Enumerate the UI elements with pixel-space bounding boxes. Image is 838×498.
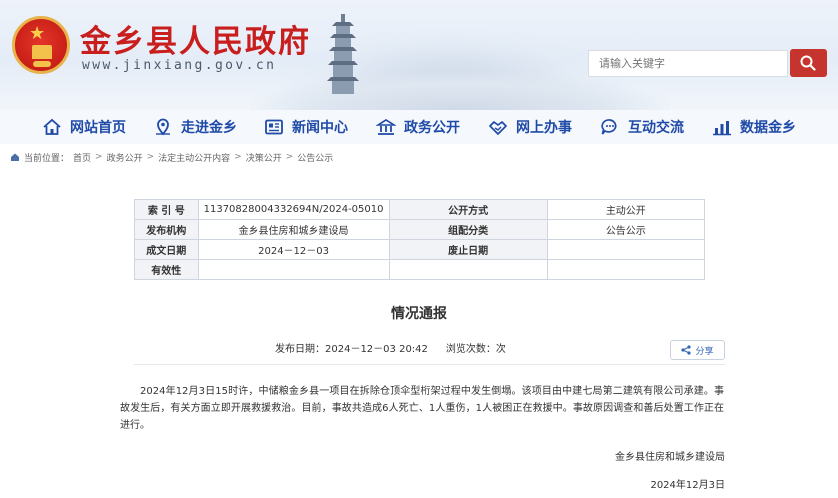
article-body: 2024年12月3日15时许，中储粮金乡县一项目在拆除仓顶伞型桁架过程中发生倒塌… bbox=[120, 386, 724, 431]
header-banner: ★ 金乡县人民政府 www.jinxiang.gov.cn bbox=[0, 0, 838, 110]
table-empty-cell bbox=[389, 259, 548, 280]
view-count-suffix: 次 bbox=[495, 344, 506, 355]
article-meta: 发布日期：2024－12－03 20:42 浏览次数：次 bbox=[275, 340, 506, 355]
breadcrumb-separator: > bbox=[285, 152, 294, 162]
share-button[interactable]: 分享 bbox=[670, 340, 725, 360]
publish-date-value: 2024－12－03 20:42 bbox=[325, 344, 428, 355]
breadcrumb-separator: > bbox=[95, 152, 103, 162]
bar-chart-icon bbox=[713, 121, 731, 136]
nav-item-label: 新闻中心 bbox=[292, 120, 348, 136]
breadcrumb: 当前位置： 首页 > 政务公开 > 法定主动公开内容 > 决策公开 > 公告公示 bbox=[0, 148, 838, 166]
national-emblem-icon: ★ bbox=[12, 16, 70, 74]
home-icon bbox=[43, 118, 61, 135]
validity-label: 有效性 bbox=[134, 259, 199, 280]
search-input[interactable] bbox=[588, 50, 788, 77]
share-icon bbox=[681, 345, 692, 355]
breadcrumb-gov-affairs[interactable]: 政务公开 bbox=[107, 151, 143, 164]
site-url: www.jinxiang.gov.cn bbox=[82, 58, 277, 73]
expiry-date-label: 废止日期 bbox=[388, 239, 548, 260]
nav-item-label: 网站首页 bbox=[70, 120, 126, 136]
table-row: 成文日期 2024－12－03 废止日期 bbox=[134, 239, 706, 260]
expiry-date-value bbox=[546, 239, 706, 260]
category-value: 公告公示 bbox=[546, 219, 706, 240]
nav-item-gov-affairs[interactable]: 政务公开 bbox=[376, 116, 460, 138]
nav-item-about[interactable]: 走进金乡 bbox=[153, 116, 237, 138]
breadcrumb-statutory-content[interactable]: 法定主动公开内容 bbox=[158, 151, 230, 164]
share-label: 分享 bbox=[695, 345, 714, 356]
nav-item-home[interactable]: 网站首页 bbox=[42, 116, 126, 138]
breadcrumb-separator: > bbox=[146, 152, 155, 162]
nav-item-label: 互动交流 bbox=[628, 120, 684, 136]
nav-item-label: 数据金乡 bbox=[740, 120, 796, 136]
article-signature: 金乡县住房和城乡建设局 bbox=[615, 452, 725, 463]
breadcrumb-notice[interactable]: 公告公示 bbox=[297, 151, 333, 164]
article-date: 2024年12月3日 bbox=[650, 480, 725, 491]
nav-item-online-services[interactable]: 网上办事 bbox=[488, 116, 572, 138]
table-row: 有效性 bbox=[134, 259, 706, 280]
search-button[interactable] bbox=[790, 49, 827, 77]
document-info-table: 索 引 号 11370828004332694N/2024-05010 公开方式… bbox=[134, 199, 706, 280]
breadcrumb-prefix: 当前位置： bbox=[24, 153, 70, 164]
publish-date: 发布日期：2024－12－03 20:42 bbox=[275, 340, 428, 355]
nav-item-data[interactable]: 数据金乡 bbox=[712, 116, 796, 138]
publisher-label: 发布机构 bbox=[134, 219, 199, 240]
nav-item-label: 网上办事 bbox=[516, 120, 572, 136]
index-label: 索 引 号 bbox=[134, 199, 199, 220]
article-title: 情况通报 bbox=[391, 306, 447, 322]
table-empty-cell bbox=[546, 259, 706, 280]
table-row: 索 引 号 11370828004332694N/2024-05010 公开方式… bbox=[134, 199, 706, 220]
breadcrumb-separator: > bbox=[234, 152, 242, 162]
search-icon bbox=[800, 55, 816, 71]
breadcrumb-decision[interactable]: 决策公开 bbox=[246, 151, 282, 164]
wheel-icon bbox=[33, 61, 51, 67]
site-title: 金乡县人民政府 bbox=[80, 24, 311, 60]
pagoda-icon bbox=[327, 14, 359, 94]
breadcrumb-home[interactable]: 首页 bbox=[73, 151, 91, 164]
government-building-icon bbox=[376, 119, 396, 135]
table-row: 发布机构 金乡县住房和城乡建设局 组配分类 公告公示 bbox=[134, 219, 706, 240]
chat-icon bbox=[601, 119, 617, 135]
disclosure-label: 公开方式 bbox=[388, 199, 548, 220]
banner-hill-decoration bbox=[250, 72, 670, 110]
home-small-icon bbox=[11, 153, 19, 161]
index-value: 11370828004332694N/2024-05010 bbox=[197, 199, 390, 220]
newspaper-icon bbox=[265, 119, 283, 135]
created-date-label: 成文日期 bbox=[134, 239, 199, 260]
disclosure-value: 主动公开 bbox=[546, 199, 706, 220]
validity-value bbox=[197, 259, 390, 280]
nav-item-interaction[interactable]: 互动交流 bbox=[600, 116, 684, 138]
nav-item-label: 走进金乡 bbox=[181, 120, 237, 136]
main-nav: 网站首页 走进金乡 新闻中心 政务公开 网上办事 互动交流 数据金乡 bbox=[0, 110, 838, 144]
gate-icon bbox=[32, 45, 52, 59]
created-date-value: 2024－12－03 bbox=[197, 239, 390, 260]
publisher-value: 金乡县住房和城乡建设局 bbox=[197, 219, 390, 240]
nav-item-label: 政务公开 bbox=[404, 120, 460, 136]
nav-item-news[interactable]: 新闻中心 bbox=[264, 116, 348, 138]
view-count-label: 浏览次数： bbox=[445, 344, 496, 355]
divider bbox=[134, 364, 725, 365]
view-count: 浏览次数：次 bbox=[446, 340, 506, 355]
star-icon: ★ bbox=[29, 23, 46, 44]
location-icon bbox=[156, 118, 170, 136]
category-label: 组配分类 bbox=[388, 219, 548, 240]
publish-date-label: 发布日期： bbox=[275, 344, 325, 355]
handshake-icon bbox=[489, 121, 507, 135]
